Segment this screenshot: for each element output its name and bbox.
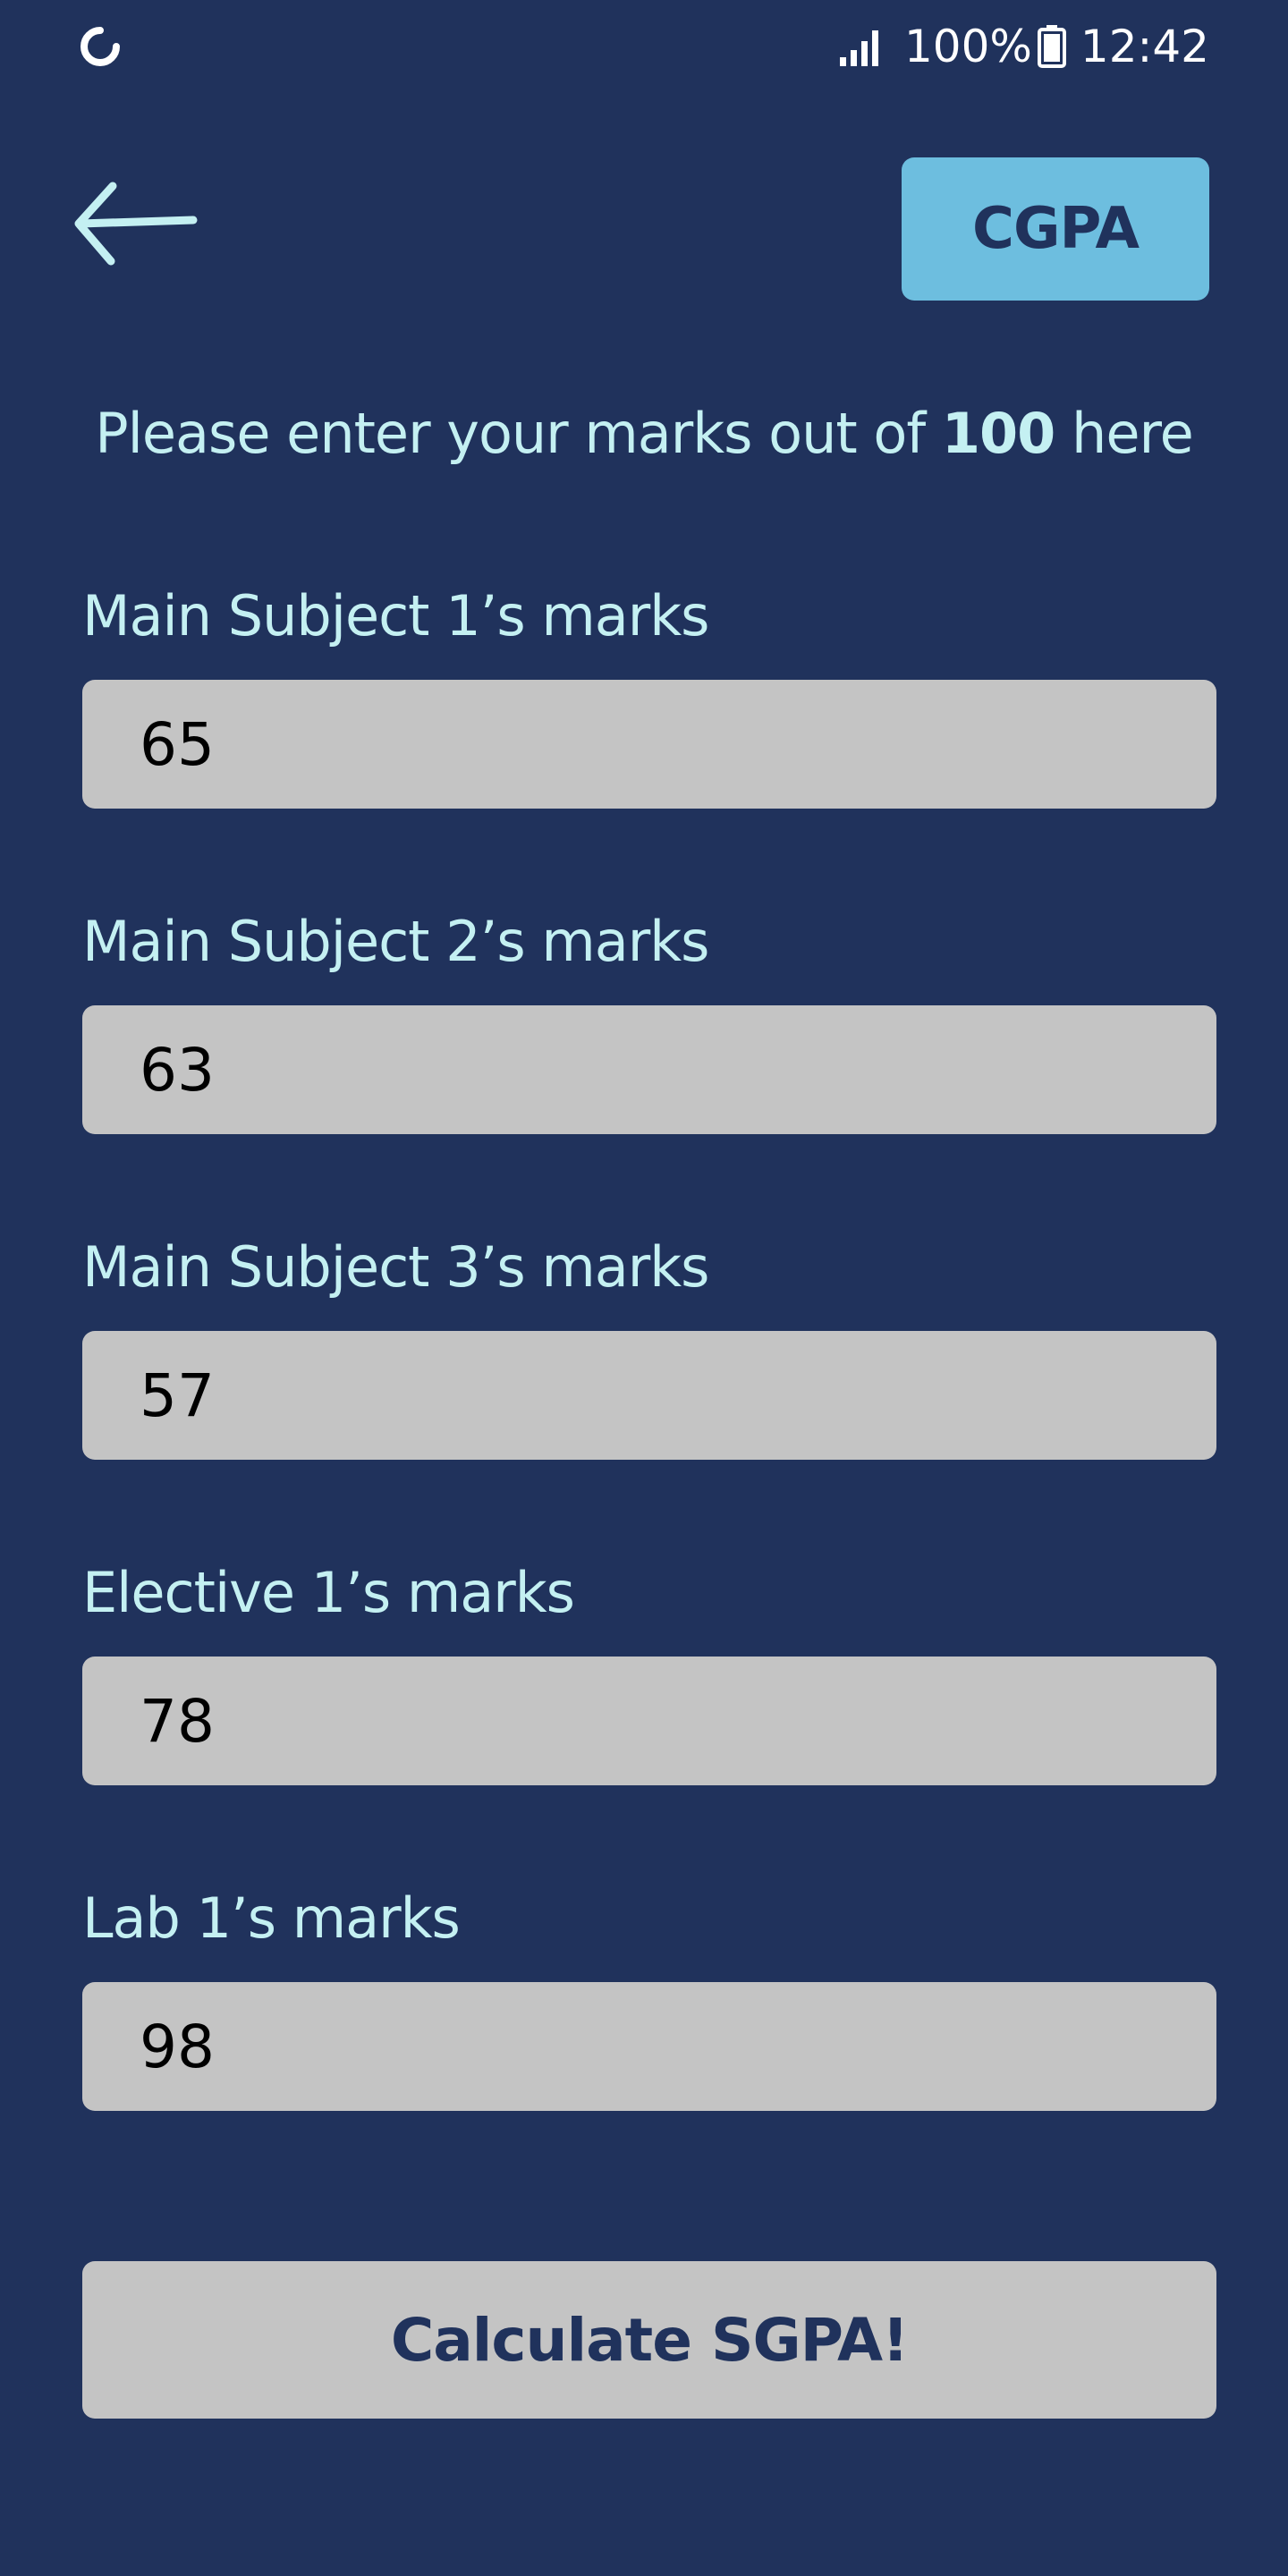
loading-spinner-icon (80, 27, 120, 66)
back-button[interactable] (70, 175, 200, 272)
instruction-suffix: here (1055, 401, 1194, 466)
field-label-elective-1: Elective 1’s marks (82, 1560, 575, 1625)
main-subject-2-input[interactable] (82, 1005, 1216, 1134)
status-time: 12:42 (1080, 21, 1209, 72)
arrow-left-icon (74, 182, 198, 266)
battery-icon (1037, 25, 1066, 68)
main-subject-1-input[interactable] (82, 680, 1216, 809)
instruction-max-marks: 100 (941, 401, 1055, 466)
instruction-prefix: Please enter your marks out of (95, 401, 942, 466)
main-subject-3-input[interactable] (82, 1331, 1216, 1460)
signal-icon (839, 30, 878, 66)
cgpa-button[interactable]: CGPA (902, 157, 1209, 301)
field-label-lab-1: Lab 1’s marks (82, 1885, 461, 1951)
field-label-main-subject-2: Main Subject 2’s marks (82, 909, 709, 974)
lab-1-input[interactable] (82, 1982, 1216, 2111)
battery-percent: 100% (903, 21, 1032, 72)
elective-1-input[interactable] (82, 1657, 1216, 1785)
instruction-text: Please enter your marks out of 100 here (0, 401, 1288, 466)
calculate-sgpa-button[interactable]: Calculate SGPA! (82, 2261, 1216, 2419)
field-label-main-subject-1: Main Subject 1’s marks (82, 583, 709, 648)
field-label-main-subject-3: Main Subject 3’s marks (82, 1234, 709, 1300)
status-right-group: 100% 12:42 (838, 18, 1209, 75)
status-bar: 100% 12:42 (0, 0, 1288, 93)
